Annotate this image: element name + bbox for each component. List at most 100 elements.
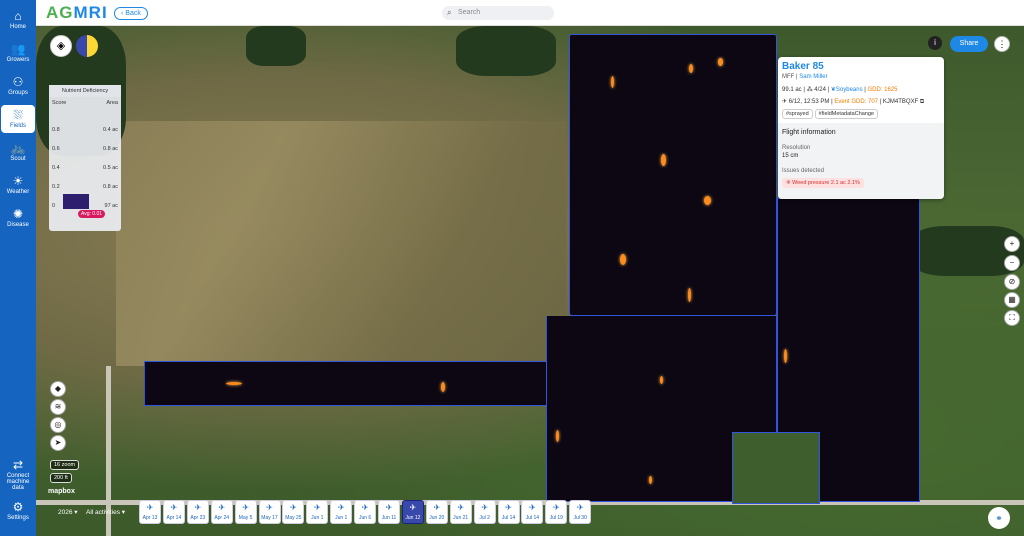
score-value: 0 bbox=[52, 203, 56, 209]
tag-tool-button[interactable]: ◆ bbox=[50, 381, 66, 397]
resolution-value: 15 cm bbox=[782, 153, 799, 159]
zoom-out-button[interactable]: − bbox=[1004, 255, 1020, 271]
plane-icon: ✈ bbox=[266, 503, 273, 512]
locate-button[interactable]: ◎ bbox=[50, 417, 66, 433]
year-value: 2026 bbox=[58, 509, 73, 516]
disease-icon: ✺ bbox=[12, 207, 24, 221]
home-icon: ⌂ bbox=[14, 9, 22, 23]
weed-hotspot bbox=[661, 154, 666, 166]
sidebar-item-settings[interactable]: ⚙ Settings bbox=[1, 497, 35, 525]
sidebar: ⌂ Home 👥 Growers ⚇ Groups ⛆ Fields 🚲 Scout ☀ W… bbox=[0, 0, 36, 536]
fields-icon: ⛆ bbox=[13, 108, 23, 122]
timeline-date-chip[interactable]: ✈ Jul 14 bbox=[521, 500, 544, 524]
fullscreen-button[interactable]: ⛶ bbox=[1004, 310, 1020, 326]
map-layers-button[interactable]: ◈ bbox=[50, 35, 72, 57]
acres-value: 99.1 ac bbox=[782, 87, 802, 93]
timeline-date-chip[interactable]: ✈ Apr 14 bbox=[162, 500, 185, 524]
issue-text: Weed pressure 2.1 ac 2.1% bbox=[792, 180, 860, 186]
layers-icon: ≋ bbox=[54, 402, 62, 411]
plus-icon: + bbox=[1009, 239, 1015, 248]
sidebar-item-growers[interactable]: 👥 Growers bbox=[1, 39, 35, 67]
weed-hotspot bbox=[649, 476, 652, 484]
plane-icon: ✈ bbox=[194, 503, 202, 512]
plane-icon: ✈ bbox=[242, 503, 249, 512]
chip-date-label: Jul 2 bbox=[479, 515, 490, 521]
tag-list: #sprayed #fieldMetadataChange bbox=[782, 109, 880, 119]
timeline-date-chip[interactable]: ✈ May 5 bbox=[234, 500, 257, 524]
timeline-date-chip[interactable]: ✈ May 25 bbox=[282, 500, 305, 524]
timeline-date-chip[interactable]: ✈ Jul 14 bbox=[497, 500, 520, 524]
map-style-button[interactable]: ▦ bbox=[1004, 292, 1020, 308]
sidebar-item-scout[interactable]: 🚲 Scout bbox=[1, 138, 35, 166]
info-icon: i bbox=[934, 38, 936, 47]
field-info-card: Baker 85 MFF | Sam Miller 99.1 ac | ⁂ 4/… bbox=[778, 57, 944, 199]
plane-icon: ✈ bbox=[218, 503, 226, 512]
search-input[interactable]: ⌕ Search bbox=[442, 6, 554, 20]
logo-part-mri: MRI bbox=[73, 3, 108, 22]
score-value: 0.6 bbox=[52, 146, 60, 152]
flight-info-header: Flight information bbox=[782, 129, 836, 136]
sidebar-item-fields[interactable]: ⛆ Fields bbox=[1, 105, 35, 133]
imagery-toggle-button[interactable] bbox=[76, 35, 98, 57]
weed-hotspot bbox=[704, 196, 711, 205]
compass-button[interactable]: ⊘ bbox=[1004, 274, 1020, 290]
flight-code: KJM4TBQXF bbox=[882, 99, 919, 105]
sidebar-item-groups[interactable]: ⚇ Groups bbox=[1, 72, 35, 100]
plane-icon: ✈ bbox=[409, 503, 417, 512]
sidebar-item-weather[interactable]: ☀ Weather bbox=[1, 171, 35, 199]
histogram-bar bbox=[63, 194, 89, 209]
search-placeholder: Search bbox=[458, 9, 481, 16]
sidebar-item-label: Connect machine data bbox=[6, 473, 30, 491]
plane-icon: ✈ bbox=[457, 503, 465, 512]
sidebar-item-home[interactable]: ⌂ Home bbox=[1, 6, 35, 34]
chip-date-label: Jun 1 bbox=[311, 515, 324, 521]
tree-cluster bbox=[246, 26, 306, 66]
timeline-date-chip[interactable]: ✈ Jul 2 bbox=[473, 500, 496, 524]
area-header[interactable]: Area bbox=[106, 100, 118, 106]
layers-tool-button[interactable]: ≋ bbox=[50, 399, 66, 415]
activity-filter-select[interactable]: All activities ▾ bbox=[86, 508, 125, 516]
timeline-date-chip[interactable]: ✈ Jul 19 bbox=[545, 500, 568, 524]
timeline-date-chip[interactable]: ✈ Apr 13 bbox=[139, 500, 161, 524]
info-button[interactable]: i bbox=[928, 36, 942, 50]
field-boundary[interactable] bbox=[569, 34, 777, 316]
share-button[interactable]: Share bbox=[950, 36, 988, 52]
tag-chip[interactable]: #sprayed bbox=[782, 109, 813, 119]
timeline-date-chip[interactable]: ✈ Apr 24 bbox=[210, 500, 233, 524]
org-name: MFF bbox=[782, 74, 795, 80]
timeline-date-chip[interactable]: ✈ Jun 11 bbox=[378, 500, 400, 524]
explore-button[interactable]: ⚭ bbox=[988, 507, 1010, 529]
chip-date-label: Apr 23 bbox=[190, 515, 206, 521]
timeline-date-chip[interactable]: ✈ Jun 20 bbox=[425, 500, 448, 524]
timeline-date-chip[interactable]: ✈ Jul 30 bbox=[569, 500, 592, 524]
back-button[interactable]: ‹ Back bbox=[114, 7, 148, 20]
timeline-date-chip[interactable]: ✈ Jun 6 bbox=[354, 500, 377, 524]
more-options-button[interactable]: ⋮ bbox=[994, 36, 1010, 52]
field-boundary[interactable] bbox=[144, 361, 569, 406]
compass-icon: ➤ bbox=[54, 438, 62, 447]
chip-date-label: Jun 20 bbox=[429, 515, 445, 521]
field-name[interactable]: Baker 85 bbox=[782, 61, 824, 72]
timeline-date-chip[interactable]: ✈ Jun 1 bbox=[330, 500, 353, 524]
sidebar-item-connect[interactable]: ⇄ Connect machine data bbox=[1, 458, 35, 492]
tag-chip[interactable]: #fieldMetadataChange bbox=[814, 109, 878, 119]
timeline-date-chip[interactable]: ✈ Apr 23 bbox=[186, 500, 209, 524]
zoom-in-button[interactable]: + bbox=[1004, 236, 1020, 252]
app-logo[interactable]: AGMRI bbox=[46, 3, 108, 23]
timeline-date-chip[interactable]: ✈ Jun 1 bbox=[306, 500, 329, 524]
layers-icon: ◈ bbox=[56, 40, 66, 52]
year-select[interactable]: 2026 ▾ bbox=[58, 508, 78, 516]
weed-pressure-badge[interactable]: ⁜ Weed pressure 2.1 ac 2.1% bbox=[782, 178, 864, 188]
target-icon: ◎ bbox=[54, 420, 62, 429]
minus-icon: − bbox=[1009, 258, 1015, 267]
sidebar-item-disease[interactable]: ✺ Disease bbox=[1, 204, 35, 232]
owner-name[interactable]: Sam Miller bbox=[799, 74, 827, 80]
copy-icon[interactable]: ⧉ bbox=[920, 99, 924, 105]
timeline-date-chip[interactable]: ✈ Jun 12 bbox=[401, 500, 424, 524]
navigate-button[interactable]: ➤ bbox=[50, 435, 66, 451]
sidebar-item-label: Disease bbox=[7, 222, 29, 228]
flight-info-section: Flight information Resolution 15 cm Issu… bbox=[778, 123, 944, 199]
timeline-date-chip[interactable]: ✈ Jun 21 bbox=[449, 500, 472, 524]
chip-date-label: Jul 14 bbox=[501, 515, 516, 521]
timeline-date-chip[interactable]: ✈ May 17 bbox=[258, 500, 281, 524]
